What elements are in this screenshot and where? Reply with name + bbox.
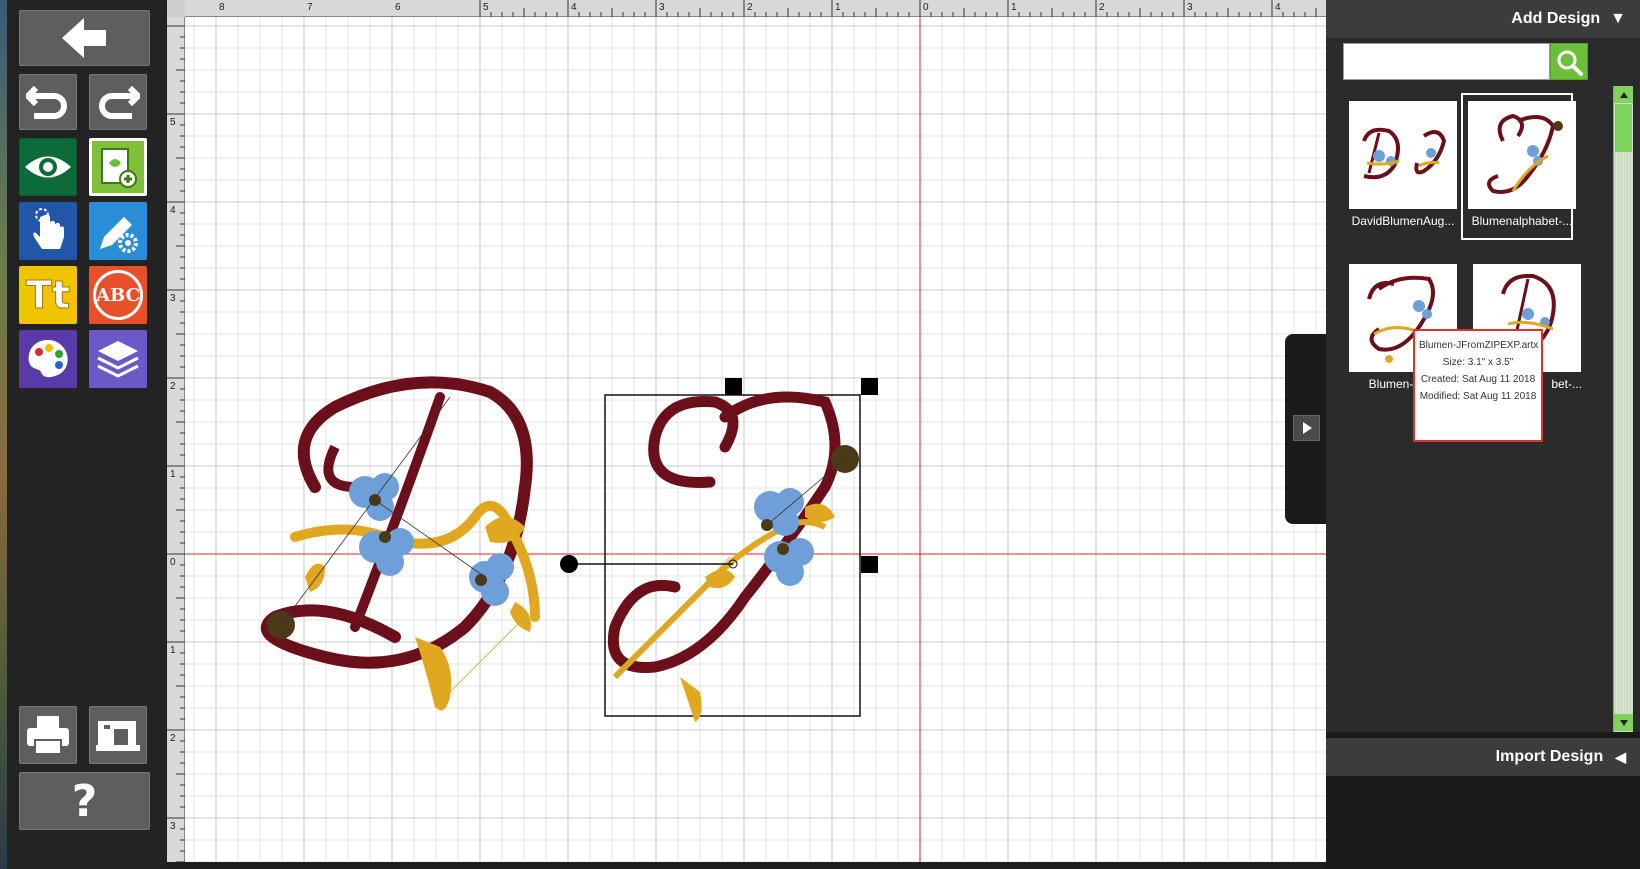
palette-button[interactable] — [19, 330, 77, 388]
ruler-top-label: 7 — [307, 2, 313, 13]
ruler-left-label: 1 — [170, 469, 176, 480]
add-design-header[interactable]: Add Design ▼ — [1326, 0, 1640, 38]
ruler-left-ticks: 5 4 3 2 1 0 1 2 3 — [167, 25, 185, 863]
triangle-up-icon — [1619, 91, 1628, 98]
panel-collapse-tab — [1285, 334, 1327, 524]
collapse-panel-button[interactable] — [1293, 415, 1320, 441]
select-button[interactable] — [19, 202, 77, 260]
ruler-top-label: 1 — [1011, 2, 1017, 13]
gallery-scrollbar[interactable] — [1613, 86, 1633, 732]
scroll-thumb[interactable] — [1615, 104, 1632, 152]
redo-icon — [99, 85, 140, 119]
back-arrow-icon — [61, 18, 106, 58]
print-icon — [27, 716, 69, 755]
design-thumbnail — [1349, 101, 1457, 209]
ruler-top-label: 3 — [1187, 2, 1193, 13]
help-button[interactable]: ? — [19, 772, 150, 830]
scroll-track[interactable] — [1615, 152, 1632, 714]
design-grid[interactable] — [185, 17, 1326, 862]
monogram-circle-icon: ABC — [93, 270, 143, 320]
left-toolbar: Tt ABC ? — [7, 0, 167, 869]
triangle-down-icon: ▼ — [1610, 10, 1626, 27]
monogram-button[interactable]: ABC — [89, 266, 147, 324]
ruler-top-label: 2 — [1099, 2, 1105, 13]
ruler-left-label: 0 — [170, 557, 176, 568]
ruler-top: 8 7 6 5 4 3 2 1 0 1 2 3 4 — [185, 0, 1326, 17]
scroll-down-button[interactable] — [1614, 714, 1633, 731]
ruler-top-label: 4 — [1275, 2, 1281, 13]
ruler-left-label: 4 — [170, 205, 176, 216]
desktop-background — [0, 0, 7, 869]
palette-icon — [28, 340, 68, 378]
edit-gear-icon — [100, 217, 138, 253]
triangle-left-icon: ◀ — [1615, 748, 1626, 765]
design-search-input[interactable] — [1343, 43, 1550, 80]
sewing-machine-icon — [96, 721, 140, 751]
view-button[interactable] — [19, 138, 77, 196]
ruler-top-label: 5 — [483, 2, 489, 13]
rotate-handle[interactable] — [560, 555, 578, 573]
text-button[interactable]: Tt — [19, 266, 77, 324]
scroll-up-button[interactable] — [1614, 86, 1633, 103]
ruler-left-label: 3 — [170, 821, 176, 832]
tooltip-filename: Blumen-JFromZIPEXP.artx — [1419, 340, 1539, 351]
design-info-tooltip: Blumen-JFromZIPEXP.artx Size: 3.1" x 3.5… — [1413, 329, 1543, 442]
triangle-down-icon — [1619, 719, 1628, 726]
ruler-left: 5 4 3 2 1 0 1 2 3 — [167, 17, 185, 863]
help-icon: ? — [71, 775, 98, 827]
ruler-left-label: 1 — [170, 645, 176, 656]
ruler-left-label: 2 — [170, 381, 176, 392]
hand-select-icon — [33, 208, 64, 249]
ruler-top-ticks: 8 7 6 5 4 3 2 1 0 1 2 3 4 — [219, 0, 1317, 17]
import-design-title: Import Design — [1495, 748, 1604, 765]
ruler-top-label: 4 — [571, 2, 577, 13]
undo-icon — [26, 85, 67, 119]
app-window: Tt ABC ? 8 7 6 5 4 3 2 1 0 1 2 3 4 5 4 3 2 1 0 1 2 3… — [0, 0, 1640, 869]
send-to-machine-button[interactable] — [89, 706, 147, 764]
scale-handle-top-right[interactable] — [861, 378, 878, 395]
eye-icon — [25, 156, 71, 178]
scale-handle-top-left[interactable] — [725, 378, 742, 395]
tooltip-created: Created: Sat Aug 11 2018 — [1420, 374, 1536, 385]
add-design-icon — [101, 148, 137, 188]
search-button[interactable] — [1550, 43, 1588, 80]
import-design-body — [1326, 776, 1640, 869]
edit-button[interactable] — [89, 202, 147, 260]
import-design-header[interactable]: Import Design ◀ — [1326, 738, 1640, 776]
ruler-left-label: 3 — [170, 293, 176, 304]
design-thumbnail — [1468, 101, 1576, 209]
ruler-top-label: 2 — [747, 2, 753, 13]
text-icon: Tt — [25, 273, 71, 318]
layers-icon — [97, 341, 139, 378]
ruler-top-label: 6 — [395, 2, 401, 13]
ruler-corner — [167, 0, 185, 17]
ruler-top-label: 3 — [659, 2, 665, 13]
monogram-label: ABC — [96, 284, 140, 306]
search-icon — [1557, 50, 1583, 76]
design-canvas-area: 8 7 6 5 4 3 2 1 0 1 2 3 4 5 4 3 2 1 0 1 2 3 — [167, 0, 1326, 869]
undo-button[interactable] — [19, 74, 77, 130]
chevron-right-icon — [1302, 422, 1312, 434]
ruler-top-label: 8 — [219, 2, 225, 13]
back-button[interactable] — [19, 10, 150, 66]
design-thumbnail-label: DavidBlumenAug... — [1351, 214, 1455, 228]
add-design-title: Add Design — [1511, 10, 1601, 27]
ruler-left-label: 2 — [170, 733, 176, 744]
redo-button[interactable] — [89, 74, 147, 130]
layers-button[interactable] — [89, 330, 147, 388]
tooltip-modified: Modified: Sat Aug 11 2018 — [1419, 391, 1537, 402]
design-thumbnail-label: Blumenalphabet-... — [1471, 214, 1573, 228]
print-button[interactable] — [19, 706, 77, 764]
ruler-top-label: 1 — [835, 2, 841, 13]
ruler-top-label: 0 — [923, 2, 929, 13]
tooltip-size: Size: 3.1" x 3.5" — [1442, 357, 1514, 368]
scale-handle-right[interactable] — [861, 556, 878, 573]
ruler-left-label: 5 — [170, 117, 176, 128]
add-design-button[interactable] — [89, 138, 147, 196]
